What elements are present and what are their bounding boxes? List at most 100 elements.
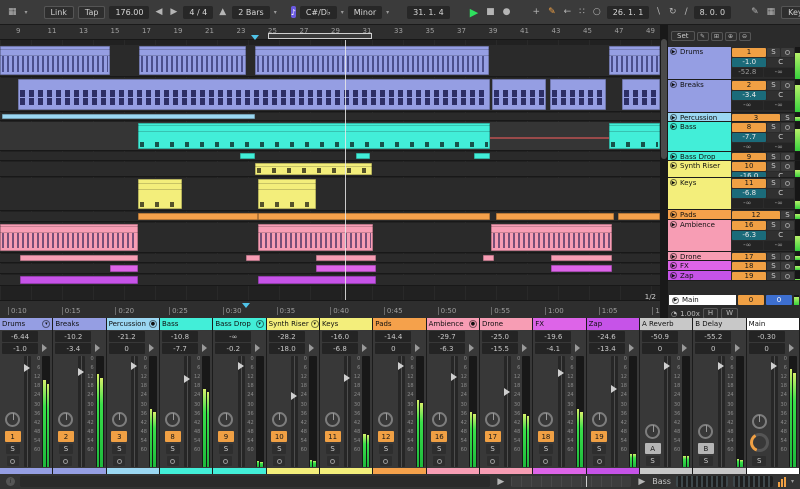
fader-handle[interactable] [397, 362, 404, 371]
punch-out-button[interactable]: ∕ [683, 6, 690, 18]
pan-knob[interactable] [218, 412, 234, 427]
track-lane-breaks[interactable] [0, 78, 660, 112]
solo-button[interactable]: S [767, 179, 780, 188]
playback-speed-value[interactable]: 1.00x [680, 310, 700, 318]
fold-icon[interactable]: ▶ [670, 123, 677, 130]
solo-button[interactable]: S [767, 262, 780, 270]
mixer-track-name[interactable]: B Delay [693, 318, 746, 330]
mixer-track-name[interactable]: Bass Drop ▾ [213, 318, 266, 330]
fold-icon[interactable]: ▶ [672, 296, 679, 304]
solo-button[interactable]: S [767, 162, 780, 171]
track-header-zap[interactable]: ▶ Zap 19 S [668, 271, 800, 281]
clip-drone[interactable] [551, 255, 612, 261]
capture-midi-button[interactable]: ○ [591, 6, 603, 18]
volume-value[interactable]: -13.4 [588, 343, 625, 354]
peak-level-value[interactable]: -50.9 [641, 331, 678, 342]
main-volume-value[interactable]: 0 [766, 295, 792, 305]
clip-drums[interactable] [609, 46, 660, 75]
track-activator-button[interactable]: 11 [324, 431, 341, 442]
track-number-value[interactable]: 8 [732, 123, 766, 132]
track-number-value[interactable]: 9 [732, 153, 766, 160]
mixer-track-name[interactable]: Percussion ● [106, 318, 159, 330]
track-volume-value[interactable]: -6.3 [732, 231, 767, 240]
fader-handle[interactable] [450, 372, 457, 381]
pan-knob[interactable] [325, 412, 341, 427]
arm-button[interactable] [59, 456, 72, 466]
arm-dot-icon[interactable]: ● [148, 320, 157, 328]
arm-button[interactable] [781, 221, 794, 230]
zoom-back-button[interactable]: ⊕ [724, 31, 737, 41]
fold-icon[interactable]: ▶ [670, 272, 677, 279]
clip-keys[interactable] [258, 179, 316, 209]
fader-handle[interactable] [610, 384, 617, 393]
loop-switch-button[interactable]: ↻ [667, 6, 679, 18]
clip-drone[interactable] [483, 255, 494, 261]
clip-drums[interactable] [0, 46, 110, 75]
arm-button[interactable] [781, 81, 794, 90]
track-lane-fx[interactable] [0, 264, 660, 274]
mixer-track-name[interactable]: Synth Riser ▾ [266, 318, 319, 330]
track-lane-drone[interactable] [0, 254, 660, 263]
mixer-track-name[interactable]: Breaks [53, 318, 106, 330]
solo-button[interactable]: S [5, 444, 20, 454]
peak-level-value[interactable]: -28.2 [268, 331, 305, 342]
clip-bass[interactable] [609, 123, 660, 149]
clip-zap[interactable] [20, 276, 138, 284]
peak-level-value[interactable]: -10.2 [55, 331, 92, 342]
solo-button[interactable]: S [698, 456, 713, 466]
status-caret-icon[interactable]: ▾ [791, 478, 794, 485]
punch-in-button[interactable]: ∖ [653, 6, 663, 18]
volume-value[interactable]: 0 [641, 343, 678, 354]
volume-value[interactable]: 0 [108, 343, 145, 354]
track-number-value[interactable]: 16 [732, 221, 766, 230]
track-number-value[interactable]: 19 [732, 272, 766, 280]
arm-button[interactable] [219, 456, 232, 466]
fader-handle[interactable] [24, 363, 31, 372]
fold-icon[interactable]: ▶ [670, 114, 677, 121]
peak-level-value[interactable]: -∞ [215, 331, 252, 342]
solo-button[interactable]: S [112, 444, 127, 454]
pan-knob[interactable] [58, 412, 74, 427]
arm-button[interactable] [781, 179, 794, 188]
solo-button[interactable]: S [272, 444, 287, 454]
track-number-value[interactable]: 18 [732, 262, 766, 270]
track-activator-button[interactable]: 10 [271, 431, 288, 442]
solo-button[interactable]: S [767, 48, 780, 57]
track-activator-button[interactable]: 12 [377, 431, 394, 442]
solo-button[interactable]: S [767, 153, 780, 160]
metronome-button[interactable]: ▲ [217, 6, 228, 18]
fader-handle[interactable] [184, 375, 191, 384]
clip-fx[interactable] [110, 265, 138, 272]
track-pan-value[interactable]: C [767, 189, 794, 198]
arm-button[interactable] [781, 253, 794, 260]
fader-handle[interactable] [344, 373, 351, 382]
arm-button[interactable] [781, 162, 794, 171]
volume-fader[interactable] [450, 356, 458, 467]
clip-drone[interactable] [246, 255, 260, 261]
mixer-track-name[interactable]: A Reverb [639, 318, 693, 330]
track-header-bass[interactable]: ▶ Bass 8 S -7.7 C -∞ -∞ [668, 122, 800, 152]
track-name[interactable]: ▶ Ambience [668, 220, 731, 251]
clip-keys[interactable] [138, 179, 182, 209]
selected-clip-name[interactable]: Bass [652, 477, 671, 486]
track-header-ambience[interactable]: ▶ Ambience 16 S -6.3 C -∞ -∞ [668, 220, 800, 252]
main-track-header[interactable]: ▶ Main 0 0 [668, 294, 800, 306]
re-enable-automation-button[interactable]: ← [562, 6, 574, 18]
volume-fader[interactable] [184, 356, 192, 467]
fold-icon[interactable]: ▶ [670, 221, 677, 228]
arm-dot-icon[interactable]: ● [468, 320, 477, 328]
draw-mode-button[interactable]: ✎ [749, 6, 761, 18]
volume-value[interactable]: 0 [695, 343, 732, 354]
scrub-marker[interactable] [242, 303, 250, 308]
clip-drone[interactable] [316, 255, 376, 261]
volume-fader[interactable] [290, 356, 298, 467]
track-lane-zap[interactable] [0, 275, 660, 286]
track-header-pads[interactable]: ▶ Pads 12 S [668, 210, 800, 220]
peak-level-value[interactable]: -25.0 [481, 331, 518, 342]
track-lane-pads[interactable] [0, 212, 660, 222]
fader-handle[interactable] [130, 362, 137, 371]
clip-bass-drop[interactable] [474, 153, 490, 159]
mixer-track-name[interactable]: Zap [586, 318, 639, 330]
link-button[interactable]: Link [43, 5, 74, 19]
volume-fader[interactable] [557, 356, 565, 467]
